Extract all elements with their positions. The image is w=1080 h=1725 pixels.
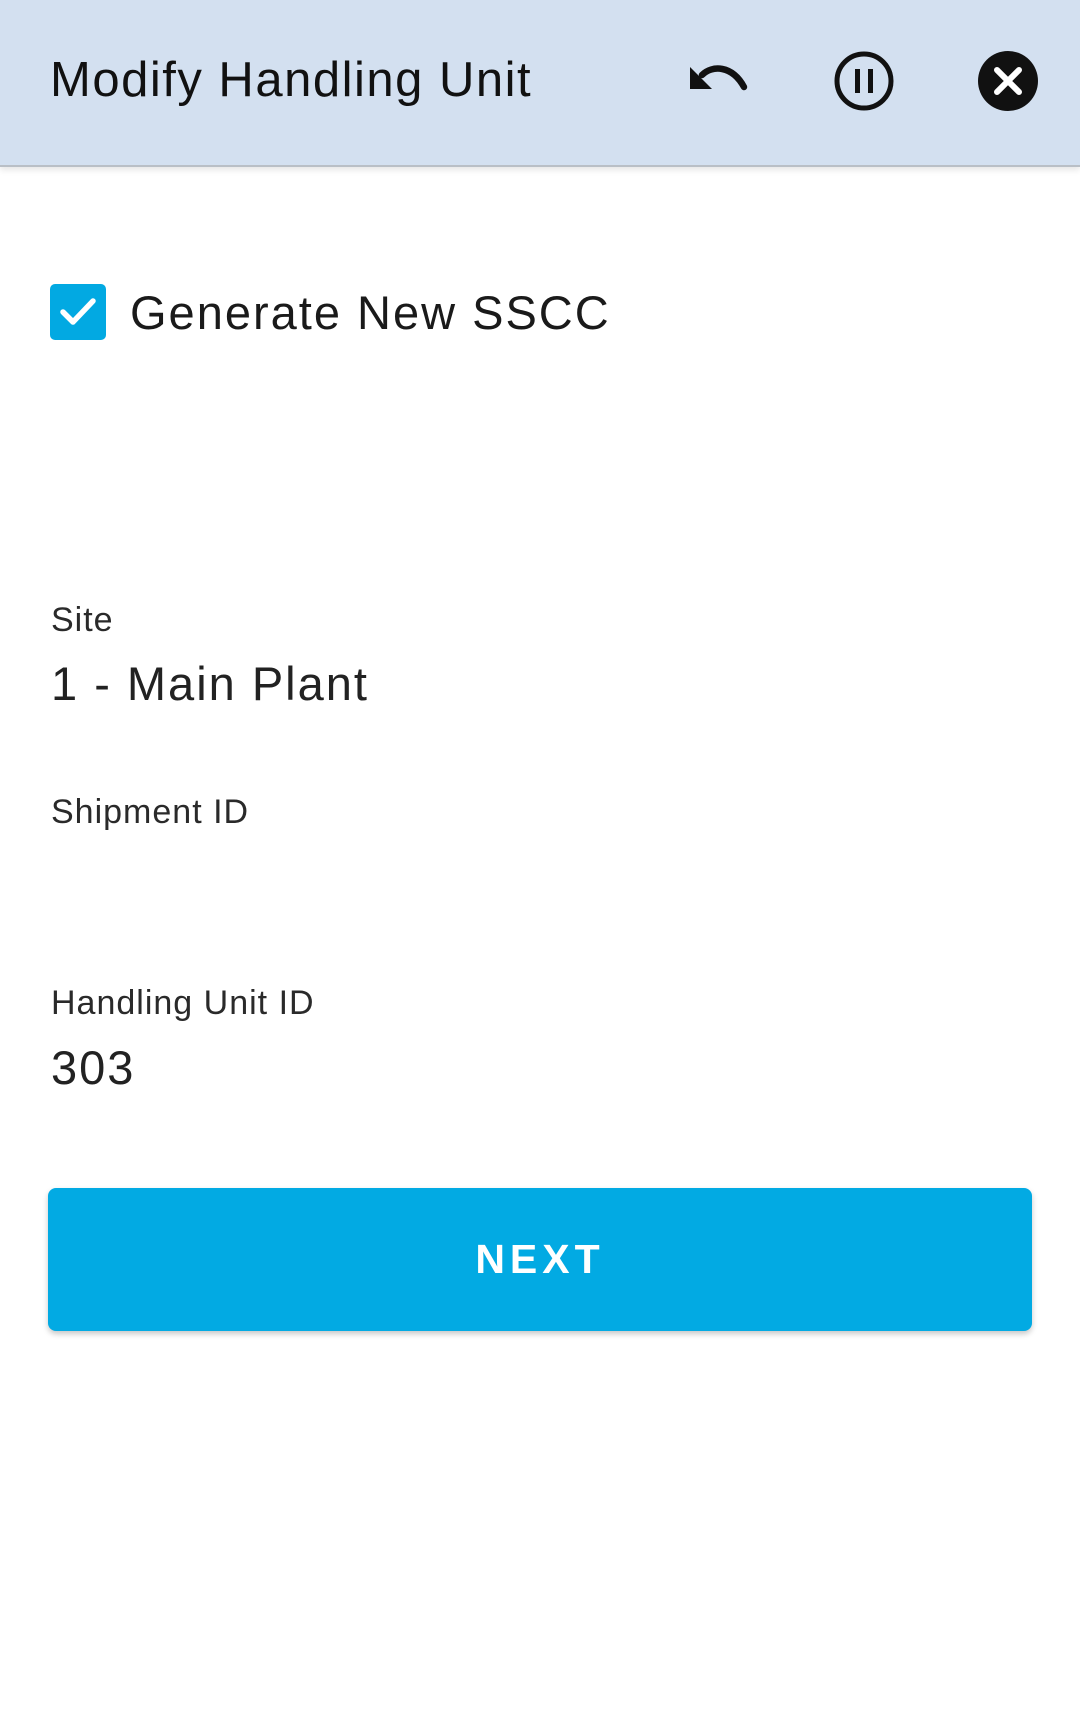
- checkmark-icon: [60, 298, 96, 325]
- close-button[interactable]: [977, 50, 1039, 112]
- handling-unit-id-value: 303: [51, 1041, 136, 1094]
- pause-button[interactable]: [833, 50, 895, 112]
- undo-button[interactable]: [688, 50, 750, 112]
- generate-sscc-label: Generate New SSCC: [130, 285, 611, 339]
- next-button[interactable]: NEXT: [48, 1188, 1032, 1331]
- app-header: Modify Handling Unit: [0, 0, 1080, 167]
- next-button-label: NEXT: [475, 1236, 605, 1282]
- handling-unit-id-label: Handling Unit ID: [51, 984, 315, 1022]
- modify-handling-unit-screen: Modify Handling Unit Generate New SSCC S…: [0, 0, 1080, 1725]
- generate-sscc-checkbox[interactable]: [50, 284, 106, 340]
- close-icon: [978, 51, 1038, 111]
- shipment-id-label: Shipment ID: [51, 793, 250, 831]
- undo-icon: [690, 65, 748, 91]
- pause-icon: [834, 51, 894, 111]
- site-value: 1 - Main Plant: [51, 657, 369, 710]
- page-title: Modify Handling Unit: [50, 53, 533, 107]
- site-label: Site: [51, 601, 114, 639]
- generate-sscc-toggle[interactable]: Generate New SSCC: [50, 284, 611, 340]
